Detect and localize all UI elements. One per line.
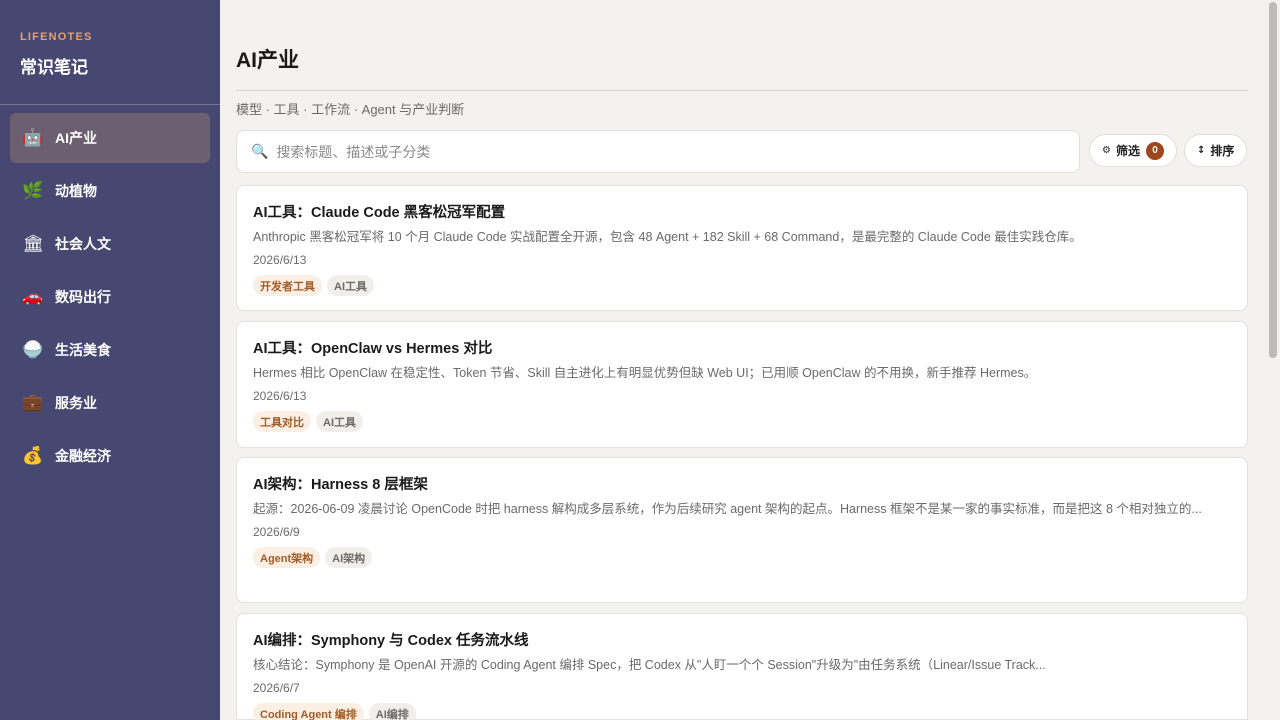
brand: LIFENOTES 常识笔记 xyxy=(0,0,220,105)
scrollbar-thumb[interactable] xyxy=(1269,2,1277,358)
subcategory-tag[interactable]: Agent架构 xyxy=(253,547,321,568)
note-date: 2026/6/13 xyxy=(253,389,307,403)
brand-chinese-name: 常识笔记 xyxy=(20,58,88,77)
classical-building-icon: 🏛 xyxy=(22,234,44,254)
category-tag[interactable]: AI编排 xyxy=(368,703,416,720)
briefcase-icon: 💼 xyxy=(22,393,44,413)
sidebar-item-label: 生活美食 xyxy=(55,342,111,358)
note-title: AI架构：Harness 8 层框架 xyxy=(253,477,428,493)
note-tags: 工具对比 AI工具 xyxy=(253,411,1231,432)
sidebar-item-label: AI产业 xyxy=(55,130,97,146)
sidebar-item-life-food[interactable]: 🍚 生活美食 xyxy=(10,325,210,375)
note-date: 2026/6/9 xyxy=(253,525,300,539)
note-description: 起源：2026-06-09 凌晨讨论 OpenCode 时把 harness 解… xyxy=(253,502,1202,516)
note-description: 核心结论：Symphony 是 OpenAI 开源的 Coding Agent … xyxy=(253,658,1046,672)
toolbar: 🔍 ⚙ 筛选 0 ↕ 排序 xyxy=(236,130,1248,173)
note-description: Hermes 相比 OpenClaw 在稳定性、Token 节省、Skill 自… xyxy=(253,366,1037,380)
search-icon: 🔍 xyxy=(251,143,269,160)
sidebar-item-ai-industry[interactable]: 🤖 AI产业 xyxy=(10,113,210,163)
sidebar-item-flora-fauna[interactable]: 🌿 动植物 xyxy=(10,166,210,216)
sidebar-item-label: 数码出行 xyxy=(55,289,111,305)
note-card[interactable]: AI工具：Claude Code 黑客松冠军配置 Anthropic 黑客松冠军… xyxy=(236,185,1248,311)
sidebar-item-label: 服务业 xyxy=(55,395,97,411)
page-subtitle: 模型 · 工具 · 工作流 · Agent 与产业判断 xyxy=(236,90,1248,118)
filter-button[interactable]: ⚙ 筛选 0 xyxy=(1089,134,1177,167)
main-content: AI产业 模型 · 工具 · 工作流 · Agent 与产业判断 🔍 ⚙ 筛选 … xyxy=(220,0,1266,720)
page-header: AI产业 模型 · 工具 · 工作流 · Agent 与产业判断 xyxy=(236,44,1248,118)
brand-english-name: LIFENOTES xyxy=(20,31,93,43)
search-input[interactable] xyxy=(276,143,1057,160)
subcategory-tag[interactable]: 开发者工具 xyxy=(253,275,322,296)
category-tag[interactable]: AI架构 xyxy=(325,547,373,568)
subcategory-tag[interactable]: 工具对比 xyxy=(253,411,311,432)
vertical-scrollbar[interactable] xyxy=(1266,0,1280,720)
note-date: 2026/6/7 xyxy=(253,681,300,695)
subcategory-tag[interactable]: Coding Agent 编排 xyxy=(253,703,364,720)
note-date: 2026/6/13 xyxy=(253,253,307,267)
note-description: Anthropic 黑客松冠军将 10 个月 Claude Code 实战配置全… xyxy=(253,230,1082,244)
rice-bowl-icon: 🍚 xyxy=(22,340,44,360)
sidebar-item-label: 动植物 xyxy=(55,183,97,199)
sidebar-item-services[interactable]: 💼 服务业 xyxy=(10,378,210,428)
note-card[interactable]: AI编排：Symphony 与 Codex 任务流水线 核心结论：Symphon… xyxy=(236,613,1248,720)
sort-arrows-icon: ↕ xyxy=(1197,145,1206,156)
search-box[interactable]: 🔍 xyxy=(236,130,1080,173)
sort-button[interactable]: ↕ 排序 xyxy=(1184,134,1248,167)
note-title: AI编排：Symphony 与 Codex 任务流水线 xyxy=(253,633,529,649)
note-tags: Agent架构 AI架构 xyxy=(253,547,1231,568)
filter-label: 筛选 xyxy=(1115,144,1140,158)
gear-icon: ⚙ xyxy=(1102,145,1111,156)
money-bag-icon: 💰 xyxy=(22,446,44,466)
robot-icon: 🤖 xyxy=(22,128,44,148)
category-tag[interactable]: AI工具 xyxy=(327,275,374,296)
page-title: AI产业 xyxy=(236,49,299,72)
sidebar-item-finance[interactable]: 💰 金融经济 xyxy=(10,431,210,481)
sort-label: 排序 xyxy=(1210,144,1235,158)
note-tags: Coding Agent 编排 AI编排 xyxy=(253,703,1231,720)
note-card[interactable]: AI工具：OpenClaw vs Hermes 对比 Hermes 相比 Ope… xyxy=(236,321,1248,448)
category-nav: 🤖 AI产业 🌿 动植物 🏛 社会人文 🚗 数码出行 🍚 生活美食 💼 服务业 … xyxy=(0,105,220,481)
note-title: AI工具：Claude Code 黑客松冠军配置 xyxy=(253,205,506,221)
sidebar-item-digital-travel[interactable]: 🚗 数码出行 xyxy=(10,272,210,322)
filter-count-badge: 0 xyxy=(1145,141,1164,160)
sidebar-item-humanities[interactable]: 🏛 社会人文 xyxy=(10,219,210,269)
sidebar-item-label: 社会人文 xyxy=(55,236,111,252)
note-card[interactable]: AI架构：Harness 8 层框架 起源：2026-06-09 凌晨讨论 Op… xyxy=(236,457,1248,603)
note-tags: 开发者工具 AI工具 xyxy=(253,275,1231,296)
herb-icon: 🌿 xyxy=(22,181,44,201)
category-tag[interactable]: AI工具 xyxy=(316,411,363,432)
sidebar-item-label: 金融经济 xyxy=(55,448,111,464)
sidebar: LIFENOTES 常识笔记 🤖 AI产业 🌿 动植物 🏛 社会人文 🚗 数码出… xyxy=(0,0,220,720)
note-title: AI工具：OpenClaw vs Hermes 对比 xyxy=(253,341,493,357)
car-icon: 🚗 xyxy=(22,287,44,307)
